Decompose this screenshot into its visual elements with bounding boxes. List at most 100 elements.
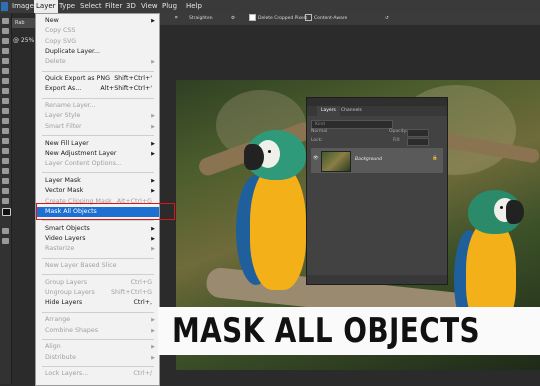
menu-plugins[interactable]: Plug: [160, 0, 179, 13]
menu-item-label: Vector Mask: [45, 187, 84, 195]
fill-field[interactable]: [407, 138, 429, 146]
dodge-tool-icon[interactable]: [2, 148, 9, 154]
lock-icon[interactable]: 🔒: [432, 156, 438, 161]
menu-item-copy-css[interactable]: Copy CSS: [36, 26, 159, 36]
menu-item-label: New Fill Layer: [45, 139, 89, 147]
menu-item-duplicate-layer[interactable]: Duplicate Layer...: [36, 47, 159, 57]
menu-item-smart-filter[interactable]: Smart Filter ▶: [36, 122, 159, 132]
menu-3d[interactable]: 3D: [124, 0, 138, 13]
gradient-tool-icon[interactable]: [2, 128, 9, 134]
menu-type[interactable]: Type: [57, 0, 77, 13]
gear-icon[interactable]: ⚙: [231, 13, 235, 25]
stamp-tool-icon[interactable]: [2, 98, 9, 104]
eye-icon[interactable]: 👁: [313, 156, 319, 161]
blur-tool-icon[interactable]: [2, 138, 9, 144]
menu-item-label: Smart Objects: [45, 224, 90, 232]
menu-item-shortcut: Shift+Ctrl+': [114, 75, 152, 82]
layer-row-background[interactable]: 👁 Background 🔒: [311, 148, 443, 173]
menu-item-layer-content-options[interactable]: Layer Content Options...: [36, 159, 159, 169]
opacity-field[interactable]: [407, 129, 429, 137]
layers-panel: Layers Channels Kind Normal Opacity: Loc…: [306, 97, 448, 285]
menu-item-ungroup-layers[interactable]: Ungroup Layers Shift+Ctrl+G: [36, 288, 159, 298]
menu-item-new[interactable]: New ▶: [36, 16, 159, 26]
menu-item-layer-mask[interactable]: Layer Mask ▶: [36, 176, 159, 186]
menu-item-label: Rename Layer...: [45, 102, 96, 110]
healing-tool-icon[interactable]: [2, 78, 9, 84]
eraser-tool-icon[interactable]: [2, 118, 9, 124]
menu-select[interactable]: Select: [78, 0, 104, 13]
menu-image[interactable]: Image: [10, 0, 36, 13]
delete-cropped-checkbox[interactable]: Delete Cropped Pixels: [249, 13, 307, 25]
menu-separator: [42, 97, 154, 99]
path-select-tool-icon[interactable]: [2, 178, 9, 184]
menu-separator: [42, 70, 154, 72]
move-tool-icon[interactable]: [2, 18, 9, 24]
menu-item-delete[interactable]: Delete ▶: [36, 57, 159, 67]
hand-tool-icon[interactable]: [2, 198, 9, 204]
menu-item-group-layers[interactable]: Group Layers Ctrl+G: [36, 278, 159, 288]
menu-item-export-as[interactable]: Export As... Alt+Shift+Ctrl+': [36, 84, 159, 94]
menu-item-smart-objects[interactable]: Smart Objects ▶: [36, 224, 159, 234]
foreground-color-swatch[interactable]: [2, 208, 11, 216]
menu-item-hide-layers[interactable]: Hide Layers Ctrl+,: [36, 298, 159, 308]
blend-mode-select[interactable]: Normal: [311, 129, 327, 135]
content-aware-checkbox[interactable]: Content-Aware: [305, 13, 347, 25]
menu-item-label: Copy SVG: [45, 37, 77, 45]
brush-tool-icon[interactable]: [2, 88, 9, 94]
menu-item-shortcut: Shift+Ctrl+G: [111, 289, 152, 297]
eyedropper-tool-icon[interactable]: [2, 68, 9, 74]
menu-item-rename-layer[interactable]: Rename Layer...: [36, 101, 159, 111]
menu-item-shortcut: Ctrl+,: [133, 299, 152, 307]
menu-item-label: New: [45, 17, 59, 24]
menu-item-arrange[interactable]: Arrange ▶: [36, 315, 159, 325]
menu-bar: Image Layer Type Select Filter 3D View P…: [0, 0, 540, 13]
menu-view[interactable]: View: [139, 0, 160, 13]
straighten-button[interactable]: Straighten: [189, 13, 213, 25]
history-brush-tool-icon[interactable]: [2, 108, 9, 114]
photoshop-logo-icon[interactable]: [1, 2, 8, 11]
menu-item-quick-export-as-png[interactable]: Quick Export as PNG Shift+Ctrl+': [36, 74, 159, 84]
panel-titlebar[interactable]: [307, 98, 447, 106]
menu-filter[interactable]: Filter: [103, 0, 124, 13]
menu-item-video-layers[interactable]: Video Layers ▶: [36, 234, 159, 244]
crop-icon[interactable]: ⌗: [175, 13, 178, 25]
menu-item-new-adjustment-layer[interactable]: New Adjustment Layer ▶: [36, 149, 159, 159]
quick-mask-icon[interactable]: [2, 228, 9, 234]
quick-select-tool-icon[interactable]: [2, 48, 9, 54]
screen-mode-icon[interactable]: [2, 238, 9, 244]
chevron-right-icon: ▶: [151, 344, 155, 351]
menu-item-new-layer-based-slice[interactable]: New Layer Based Slice: [36, 261, 159, 271]
tools-panel: [0, 13, 12, 384]
menu-item-align[interactable]: Align ▶: [36, 342, 159, 352]
tab-channels[interactable]: Channels: [337, 106, 366, 116]
menu-item-label: Distribute: [45, 353, 77, 361]
crop-tool-icon[interactable]: [2, 58, 9, 64]
menu-item-label: Rasterize: [45, 245, 75, 253]
undo-icon[interactable]: ↺: [385, 13, 389, 25]
menu-item-label: Combine Shapes: [45, 326, 98, 334]
menu-item-combine-shapes[interactable]: Combine Shapes ▶: [36, 326, 159, 336]
options-bar: ⌗ Straighten ⚙ Delete Cropped Pixels Con…: [157, 13, 540, 25]
shape-tool-icon[interactable]: [2, 188, 9, 194]
menu-separator: [42, 274, 154, 276]
menu-item-label: Align: [45, 343, 61, 351]
menu-item-lock-layers[interactable]: Lock Layers... Ctrl+/: [36, 369, 159, 379]
pen-tool-icon[interactable]: [2, 158, 9, 164]
menu-item-vector-mask[interactable]: Vector Mask ▶: [36, 186, 159, 196]
opacity-label: Opacity:: [389, 129, 408, 134]
parrot-eye: [500, 206, 503, 209]
delete-cropped-label: Delete Cropped Pixels: [258, 16, 308, 21]
menu-help[interactable]: Help: [184, 0, 204, 13]
menu-layer[interactable]: Layer: [34, 0, 58, 13]
layer-filter-input[interactable]: Kind: [311, 120, 393, 129]
menu-item-rasterize[interactable]: Rasterize ▶: [36, 244, 159, 254]
type-tool-icon[interactable]: [2, 168, 9, 174]
lasso-tool-icon[interactable]: [2, 38, 9, 44]
menu-item-layer-style[interactable]: Layer Style ▶: [36, 111, 159, 121]
layer-name: Background: [355, 157, 382, 162]
menu-item-distribute[interactable]: Distribute ▶: [36, 353, 159, 363]
marquee-tool-icon[interactable]: [2, 28, 9, 34]
menu-item-new-fill-layer[interactable]: New Fill Layer ▶: [36, 139, 159, 149]
menu-item-label: Lock Layers...: [45, 370, 89, 378]
menu-item-copy-svg[interactable]: Copy SVG: [36, 37, 159, 47]
